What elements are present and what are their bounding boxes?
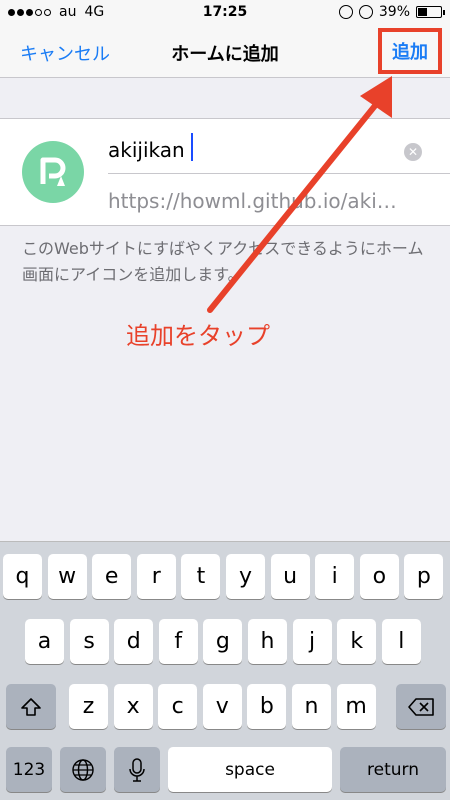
- key-p[interactable]: p: [404, 554, 444, 599]
- key-g[interactable]: g: [203, 619, 243, 664]
- key-x[interactable]: x: [113, 684, 153, 729]
- shift-key[interactable]: [6, 684, 56, 729]
- key-i[interactable]: i: [315, 554, 355, 599]
- battery-icon: [416, 6, 445, 18]
- key-e[interactable]: e: [92, 554, 132, 599]
- key-d[interactable]: d: [114, 619, 154, 664]
- navigation-bar: キャンセル ホームに追加 追加: [0, 26, 450, 78]
- globe-key[interactable]: [60, 747, 106, 792]
- space-key[interactable]: space: [168, 747, 332, 792]
- site-logo-glyph: [40, 157, 66, 186]
- orientation-lock-icon: [338, 5, 353, 19]
- key-o[interactable]: o: [359, 554, 399, 599]
- key-l[interactable]: l: [381, 619, 421, 664]
- key-b[interactable]: b: [247, 684, 287, 729]
- field-divider: [108, 173, 450, 174]
- annotation-label: 追加をタップ: [126, 322, 270, 350]
- add-button[interactable]: 追加: [378, 28, 442, 74]
- battery-level-fill: [418, 8, 427, 16]
- key-c[interactable]: c: [158, 684, 198, 729]
- globe-icon: [72, 758, 94, 781]
- backspace-key[interactable]: [396, 684, 446, 729]
- key-v[interactable]: v: [202, 684, 242, 729]
- key-t[interactable]: t: [181, 554, 221, 599]
- key-h[interactable]: h: [248, 619, 287, 664]
- alarm-icon: [358, 5, 373, 19]
- status-bar: au 4G 17:25 39%: [0, 0, 450, 26]
- battery-percent: 39%: [378, 4, 410, 20]
- key-j[interactable]: j: [292, 619, 332, 664]
- key-q[interactable]: q: [3, 554, 42, 599]
- key-s[interactable]: s: [69, 619, 109, 664]
- url-label: https://howml.github.io/aki…: [108, 189, 397, 213]
- shift-icon: [21, 697, 41, 716]
- key-k[interactable]: k: [337, 619, 377, 664]
- key-f[interactable]: f: [158, 619, 198, 664]
- return-key[interactable]: return: [340, 747, 446, 792]
- text-cursor: [191, 133, 193, 161]
- keyboard: qwertyuiop asdfghjkl zxcvbnm 123 space r…: [0, 541, 450, 800]
- key-z[interactable]: z: [69, 684, 108, 729]
- backspace-icon: [408, 697, 434, 716]
- key-m[interactable]: m: [336, 684, 376, 729]
- numbers-key[interactable]: 123: [6, 747, 52, 792]
- bookmark-card: ✕ https://howml.github.io/aki…: [0, 118, 450, 226]
- key-u[interactable]: u: [270, 554, 310, 599]
- key-a[interactable]: a: [25, 619, 64, 664]
- site-logo-icon: [22, 141, 84, 203]
- name-field[interactable]: [108, 135, 398, 165]
- description-text: このWebサイトにすばやくアクセスできるようにホーム画面にアイコンを追加します。: [22, 239, 424, 284]
- key-w[interactable]: w: [47, 554, 87, 599]
- key-y[interactable]: y: [226, 554, 265, 599]
- key-r[interactable]: r: [136, 554, 176, 599]
- clear-text-icon[interactable]: ✕: [404, 143, 422, 161]
- status-right: 39%: [338, 4, 445, 20]
- key-n[interactable]: n: [292, 684, 331, 729]
- microphone-key[interactable]: [114, 747, 160, 792]
- microphone-icon: [129, 757, 145, 782]
